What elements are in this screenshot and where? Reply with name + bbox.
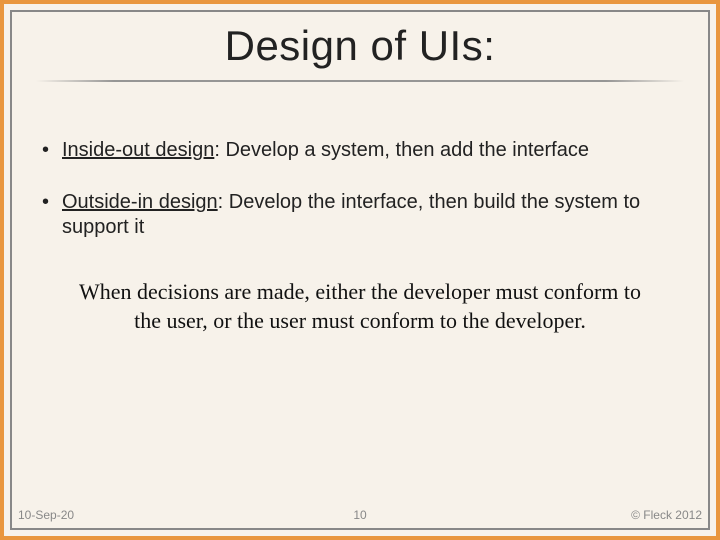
bullet-list: Inside-out design: Develop a system, the… xyxy=(34,138,686,241)
footer: 10-Sep-20 10 © Fleck 2012 xyxy=(18,508,702,522)
footer-page-number: 10 xyxy=(18,508,702,522)
list-item: Outside-in design: Develop the interface… xyxy=(40,190,686,241)
footer-date: 10-Sep-20 xyxy=(18,508,74,522)
slide: Design of UIs: Inside-out design: Develo… xyxy=(0,0,720,540)
bullet-rest: : Develop a system, then add the interfa… xyxy=(214,139,589,161)
inner-frame xyxy=(10,10,710,530)
bullet-term: Outside-in design xyxy=(62,191,218,213)
footer-copyright: © Fleck 2012 xyxy=(631,508,702,522)
bullet-term: Inside-out design xyxy=(62,139,214,161)
list-item: Inside-out design: Develop a system, the… xyxy=(40,138,686,164)
